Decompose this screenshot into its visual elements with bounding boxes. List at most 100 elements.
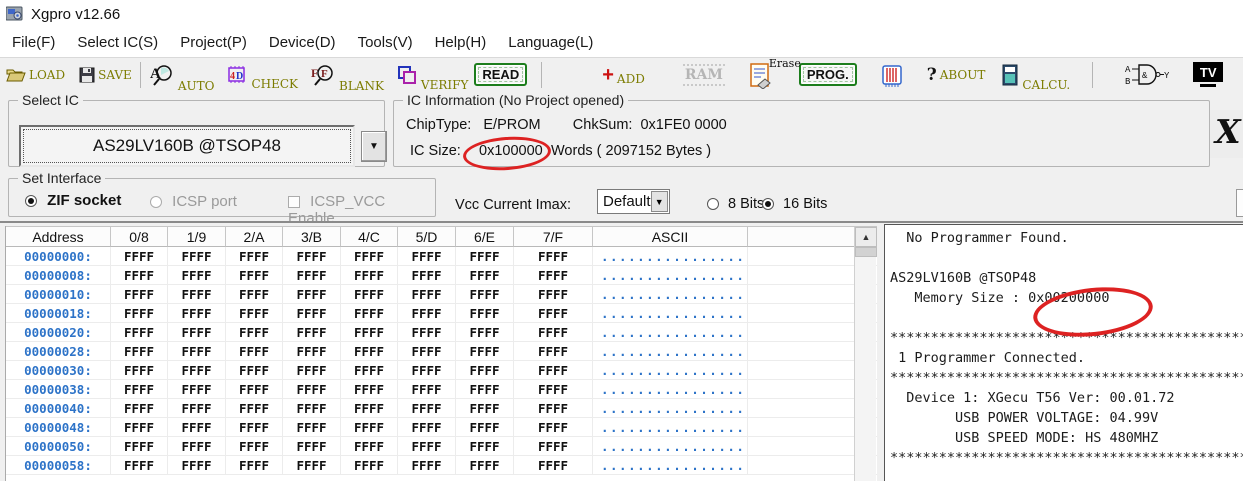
hex-value-cell[interactable]: FFFF (398, 247, 456, 266)
hex-value-cell[interactable]: FFFF (456, 342, 514, 361)
hex-value-cell[interactable]: FFFF (111, 323, 168, 342)
ic-dropdown-button[interactable]: ▼ (361, 131, 387, 162)
verify-button[interactable]: VERIFY (396, 64, 468, 86)
menu-file[interactable]: File(F) (4, 31, 63, 54)
hex-value-cell[interactable]: FFFF (111, 437, 168, 456)
hex-value-cell[interactable]: FFFF (398, 266, 456, 285)
hex-value-cell[interactable]: FFFF (283, 266, 341, 285)
hex-value-cell[interactable]: FFFF (456, 323, 514, 342)
hex-value-cell[interactable]: FFFF (456, 456, 514, 475)
hex-value-cell[interactable]: FFFF (168, 437, 226, 456)
hex-value-cell[interactable]: FFFF (514, 380, 593, 399)
hex-value-cell[interactable]: FFFF (283, 247, 341, 266)
prog-button[interactable]: PROG. (799, 63, 857, 86)
hex-value-cell[interactable]: FFFF (226, 266, 283, 285)
hex-value-cell[interactable]: FFFF (226, 418, 283, 437)
hex-value-cell[interactable]: FFFF (168, 399, 226, 418)
hex-value-cell[interactable]: FFFF (398, 456, 456, 475)
hex-value-cell[interactable]: FFFF (514, 342, 593, 361)
hex-value-cell[interactable]: FFFF (226, 304, 283, 323)
hex-value-cell[interactable]: FFFF (514, 456, 593, 475)
vertical-scrollbar[interactable]: ▲ (854, 227, 876, 481)
menu-project[interactable]: Project(P) (172, 31, 255, 54)
hex-value-cell[interactable]: FFFF (341, 304, 398, 323)
hex-value-cell[interactable]: FFFF (456, 285, 514, 304)
hex-row[interactable]: 00000040:FFFFFFFFFFFFFFFFFFFFFFFFFFFFFFF… (6, 399, 877, 418)
hex-value-cell[interactable]: FFFF (111, 285, 168, 304)
hex-value-cell[interactable]: FFFF (514, 437, 593, 456)
hex-value-cell[interactable]: FFFF (456, 399, 514, 418)
hex-value-cell[interactable]: FFFF (341, 437, 398, 456)
hex-value-cell[interactable]: FFFF (168, 304, 226, 323)
calcu-button[interactable]: CALCU. (1001, 64, 1070, 86)
hex-value-cell[interactable]: FFFF (168, 285, 226, 304)
hex-value-cell[interactable]: FFFF (398, 342, 456, 361)
hex-value-cell[interactable]: FFFF (283, 342, 341, 361)
hex-value-cell[interactable]: FFFF (226, 456, 283, 475)
hex-value-cell[interactable]: FFFF (398, 304, 456, 323)
hex-editor-panel[interactable]: Address0/81/92/A3/B4/C5/D6/E7/FASCII 000… (5, 226, 877, 481)
bits-8-radio[interactable]: 8 Bits (707, 196, 764, 212)
hex-value-cell[interactable]: FFFF (111, 399, 168, 418)
hex-row[interactable]: 00000018:FFFFFFFFFFFFFFFFFFFFFFFFFFFFFFF… (6, 304, 877, 323)
hex-value-cell[interactable]: FFFF (456, 266, 514, 285)
hex-value-cell[interactable]: FFFF (456, 361, 514, 380)
scroll-up-button[interactable]: ▲ (855, 227, 877, 247)
hex-value-cell[interactable]: FFFF (283, 304, 341, 323)
hex-value-cell[interactable]: FFFF (456, 304, 514, 323)
check-button[interactable]: 4 D CHECK (226, 65, 298, 85)
hex-value-cell[interactable]: FFFF (341, 323, 398, 342)
hex-value-cell[interactable]: FFFF (456, 437, 514, 456)
save-button[interactable]: SAVE (79, 67, 132, 83)
hex-value-cell[interactable]: FFFF (168, 247, 226, 266)
hex-value-cell[interactable]: FFFF (456, 247, 514, 266)
hex-value-cell[interactable]: FFFF (168, 266, 226, 285)
read-button[interactable]: READ (474, 63, 527, 86)
hex-value-cell[interactable]: FFFF (514, 323, 593, 342)
hex-row[interactable]: 00000008:FFFFFFFFFFFFFFFFFFFFFFFFFFFFFFF… (6, 266, 877, 285)
hex-value-cell[interactable]: FFFF (341, 456, 398, 475)
hex-value-cell[interactable]: FFFF (168, 361, 226, 380)
hex-value-cell[interactable]: FFFF (341, 380, 398, 399)
hex-value-cell[interactable]: FFFF (514, 399, 593, 418)
hex-value-cell[interactable]: FFFF (283, 456, 341, 475)
hex-value-cell[interactable]: FFFF (111, 266, 168, 285)
hex-value-cell[interactable]: FFFF (283, 361, 341, 380)
hex-value-cell[interactable]: FFFF (168, 418, 226, 437)
hex-value-cell[interactable]: FFFF (341, 285, 398, 304)
hex-value-cell[interactable]: FFFF (514, 361, 593, 380)
hex-value-cell[interactable]: FFFF (398, 361, 456, 380)
hex-value-cell[interactable]: FFFF (514, 418, 593, 437)
hex-value-cell[interactable]: FFFF (111, 380, 168, 399)
hex-value-cell[interactable]: FFFF (341, 361, 398, 380)
hex-row[interactable]: 00000058:FFFFFFFFFFFFFFFFFFFFFFFFFFFFFFF… (6, 456, 877, 475)
scrollbar-thumb[interactable] (855, 247, 877, 257)
hex-value-cell[interactable]: FFFF (398, 323, 456, 342)
chip-tool-button[interactable] (879, 62, 905, 88)
hex-value-cell[interactable]: FFFF (226, 437, 283, 456)
hex-value-cell[interactable]: FFFF (398, 399, 456, 418)
blank-button[interactable]: F F BLANK (310, 63, 384, 87)
hex-value-cell[interactable]: FFFF (226, 285, 283, 304)
hex-value-cell[interactable]: FFFF (341, 399, 398, 418)
hex-value-cell[interactable]: FFFF (111, 361, 168, 380)
hex-value-cell[interactable]: FFFF (514, 285, 593, 304)
auto-button[interactable]: A AUTO (149, 63, 215, 87)
hex-row[interactable]: 00000020:FFFFFFFFFFFFFFFFFFFFFFFFFFFFFFF… (6, 323, 877, 342)
hex-value-cell[interactable]: FFFF (398, 380, 456, 399)
hex-row[interactable]: 00000000:FFFFFFFFFFFFFFFFFFFFFFFFFFFFFFF… (6, 247, 877, 266)
hex-row[interactable]: 00000038:FFFFFFFFFFFFFFFFFFFFFFFFFFFFFFF… (6, 380, 877, 399)
hex-value-cell[interactable]: FFFF (226, 361, 283, 380)
hex-row[interactable]: 00000048:FFFFFFFFFFFFFFFFFFFFFFFFFFFFFFF… (6, 418, 877, 437)
hex-row[interactable]: 00000028:FFFFFFFFFFFFFFFFFFFFFFFFFFFFFFF… (6, 342, 877, 361)
hex-value-cell[interactable]: FFFF (341, 418, 398, 437)
hex-value-cell[interactable]: FFFF (226, 323, 283, 342)
hex-value-cell[interactable]: FFFF (283, 418, 341, 437)
hex-value-cell[interactable]: FFFF (283, 285, 341, 304)
hex-row[interactable]: 00000050:FFFFFFFFFFFFFFFFFFFFFFFFFFFFFFF… (6, 437, 877, 456)
about-button[interactable]: ? ABOUT (927, 65, 986, 85)
menu-help[interactable]: Help(H) (427, 31, 495, 54)
hex-value-cell[interactable]: FFFF (283, 323, 341, 342)
hex-value-cell[interactable]: FFFF (168, 323, 226, 342)
hex-value-cell[interactable]: FFFF (283, 380, 341, 399)
